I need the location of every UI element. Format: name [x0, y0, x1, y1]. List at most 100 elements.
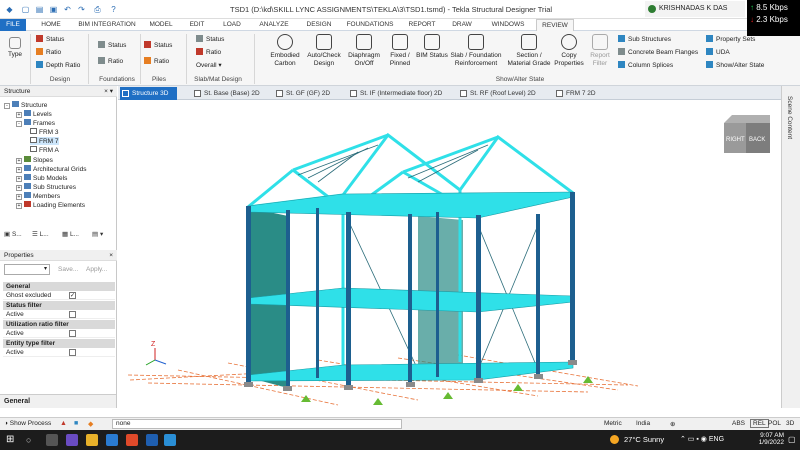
tab-structure-3d[interactable]: Structure 3D	[120, 87, 177, 100]
tree-item-frm7[interactable]: FRM 7	[30, 137, 59, 145]
error-icon[interactable]: ▲	[60, 420, 67, 427]
properties-dropdown[interactable]: ▾	[4, 264, 50, 275]
tree-item-sub-structures[interactable]: + Sub Structures	[16, 183, 76, 191]
slab-ratio-button[interactable]: Ratio	[196, 48, 221, 56]
expand-icon[interactable]: +	[16, 167, 22, 173]
tree-item-frm3[interactable]: FRM 3	[30, 128, 59, 136]
expand-icon[interactable]: +	[16, 112, 22, 118]
expand-icon[interactable]: +	[16, 194, 22, 200]
print-icon[interactable]: ⎙	[92, 4, 103, 15]
tree-item-slopes[interactable]: + Slopes	[16, 156, 53, 164]
file-explorer-icon[interactable]	[86, 434, 98, 446]
column-splices-button[interactable]: Column Splices	[618, 61, 673, 69]
tab-design[interactable]: DESIGN	[302, 19, 336, 31]
fixed-pinned-button[interactable]: Fixed / Pinned	[382, 34, 418, 68]
tekla-taskbar-icon[interactable]	[164, 434, 176, 446]
toggle-rel[interactable]: REL	[750, 419, 769, 428]
toggle-pol[interactable]: POL	[768, 420, 781, 427]
tab-frm-7[interactable]: FRM 7 2D	[554, 87, 596, 100]
ghost-excluded-checkbox[interactable]: ✓	[69, 292, 76, 299]
chrome-icon[interactable]	[126, 434, 138, 446]
tree-item-frma[interactable]: FRM A	[30, 146, 59, 154]
clock[interactable]: 9:07 AM 1/9/2022	[744, 432, 784, 446]
info-icon[interactable]: ■	[74, 420, 78, 427]
sub-structures-button[interactable]: Sub Structures	[618, 35, 671, 43]
tab-analyze[interactable]: ANALYZE	[254, 19, 294, 31]
property-sets-button[interactable]: Property Sets	[706, 35, 755, 43]
entity-filter-section[interactable]: Entity type filter	[3, 339, 115, 348]
tree-item-frames[interactable]: - Frames	[16, 119, 55, 127]
tab-file[interactable]: FILE	[0, 19, 26, 31]
collapse-icon[interactable]: -	[16, 121, 22, 127]
units-metric[interactable]: Metric	[604, 420, 622, 427]
windows-start-icon[interactable]: ⊞	[6, 434, 18, 446]
help-icon[interactable]: ?	[108, 4, 119, 15]
utilization-filter-section[interactable]: Utilization ratio filter	[3, 320, 115, 329]
apply-button[interactable]: Apply...	[86, 266, 107, 273]
expand-icon[interactable]: +	[16, 176, 22, 182]
tab-foundations[interactable]: FOUNDATIONS	[344, 19, 396, 31]
report-filter-button[interactable]: Report Filter	[586, 34, 614, 68]
tray-icons[interactable]: ⌃ ▭ ▪ ◉ ENG	[680, 435, 724, 443]
tree-item-structure[interactable]: - Structure	[4, 101, 47, 109]
expand-icon[interactable]: +	[16, 158, 22, 164]
user-account[interactable]: KRISHNADAS K DAS	[645, 1, 745, 17]
section-material-grade-button[interactable]: Section / Material Grade	[504, 34, 554, 68]
open-file-icon[interactable]: ▤	[34, 4, 45, 15]
show-process-button[interactable]: ◑ Show Process	[4, 420, 51, 427]
status-filter-section[interactable]: Status filter	[3, 301, 115, 310]
expand-icon[interactable]: +	[16, 185, 22, 191]
foundations-status-button[interactable]: Status	[98, 41, 126, 49]
slab-foundation-reinforcement-button[interactable]: Slab / Foundation Reinforcement	[448, 34, 504, 68]
piles-status-button[interactable]: Status	[144, 41, 172, 49]
app-icon[interactable]	[66, 434, 78, 446]
diaphragm-button[interactable]: Diaphragm On/Off	[342, 34, 386, 68]
command-input[interactable]: none	[112, 419, 402, 429]
expand-icon[interactable]: +	[16, 203, 22, 209]
auto-check-design-button[interactable]: Auto/Check Design	[302, 34, 346, 68]
entity-active-checkbox[interactable]	[69, 349, 76, 356]
tab-st-if[interactable]: St. IF (Intermediate floor) 2D	[348, 87, 442, 100]
tab-windows[interactable]: WINDOWS	[484, 19, 532, 31]
tab-loads-panel[interactable]: ☰ L...	[32, 228, 49, 242]
notification-icon[interactable]: ▢	[788, 435, 796, 444]
uda-button[interactable]: UDA	[706, 48, 730, 56]
word-icon[interactable]	[146, 434, 158, 446]
code-india[interactable]: India	[636, 420, 650, 427]
depth-ratio-button[interactable]: Depth Ratio	[36, 61, 80, 69]
new-file-icon[interactable]: ▢	[20, 4, 31, 15]
search-icon[interactable]: ○	[26, 434, 38, 446]
design-status-button[interactable]: Status	[36, 35, 64, 43]
foundations-ratio-button[interactable]: Ratio	[98, 57, 123, 65]
tab-st-gf[interactable]: St. GF (GF) 2D	[274, 87, 330, 100]
copy-properties-button[interactable]: Copy Properties	[552, 34, 586, 68]
type-dropdown[interactable]: Type	[4, 37, 26, 59]
tab-load[interactable]: LOAD	[218, 19, 246, 31]
tab-loading-panel[interactable]: ▦ L...	[62, 228, 79, 242]
collapse-icon[interactable]: -	[4, 103, 10, 109]
tab-home[interactable]: HOME	[36, 19, 66, 31]
tab-draw[interactable]: DRAW	[448, 19, 476, 31]
tab-st-rf[interactable]: St. RF (Roof Level) 2D	[458, 87, 536, 100]
close-icon[interactable]: ×	[109, 250, 113, 261]
tab-st-base[interactable]: St. Base (Base) 2D	[192, 87, 260, 100]
save-icon[interactable]: ▣	[48, 4, 59, 15]
tab-structure-panel[interactable]: ▣ S...	[4, 228, 22, 242]
redo-icon[interactable]: ↷	[76, 4, 87, 15]
scene-content-strip[interactable]: Scene Content	[781, 86, 800, 408]
toggle-abs[interactable]: ABS	[732, 420, 745, 427]
bim-status-button[interactable]: BIM Status	[416, 34, 448, 60]
undo-icon[interactable]: ↶	[62, 4, 73, 15]
piles-ratio-button[interactable]: Ratio	[144, 57, 169, 65]
tab-review[interactable]: REVIEW	[536, 19, 574, 31]
tree-item-loading-elements[interactable]: + Loading Elements	[16, 201, 85, 209]
util-active-checkbox[interactable]	[69, 330, 76, 337]
tree-item-members[interactable]: + Members	[16, 192, 60, 200]
general-section[interactable]: General	[3, 282, 115, 291]
warning-icon[interactable]: ◆	[88, 420, 93, 428]
weather-text[interactable]: 27°C Sunny	[624, 435, 664, 444]
tree-item-levels[interactable]: + Levels	[16, 110, 52, 118]
show-alter-state-button[interactable]: Show/Alter State	[706, 61, 764, 69]
save-button[interactable]: Save...	[58, 266, 78, 273]
view-cube[interactable]: RIGHT BACK	[722, 113, 772, 155]
